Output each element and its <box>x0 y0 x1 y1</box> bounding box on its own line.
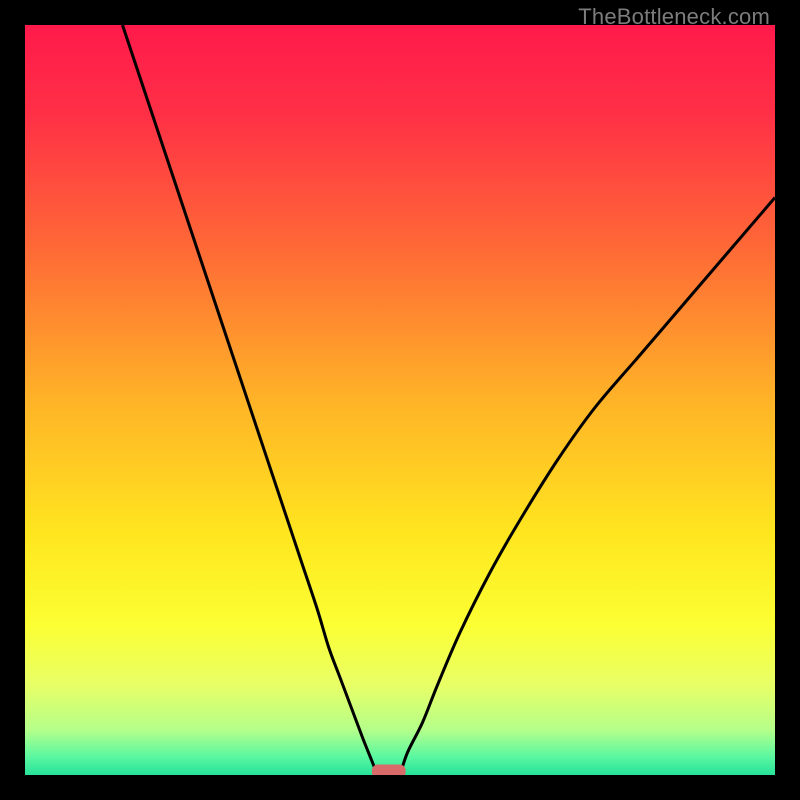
gradient-background <box>25 25 775 775</box>
bottleneck-curve-plot <box>25 25 775 775</box>
source-watermark: TheBottleneck.com <box>578 4 770 30</box>
chart-frame <box>25 25 775 775</box>
minimum-marker <box>372 765 406 776</box>
